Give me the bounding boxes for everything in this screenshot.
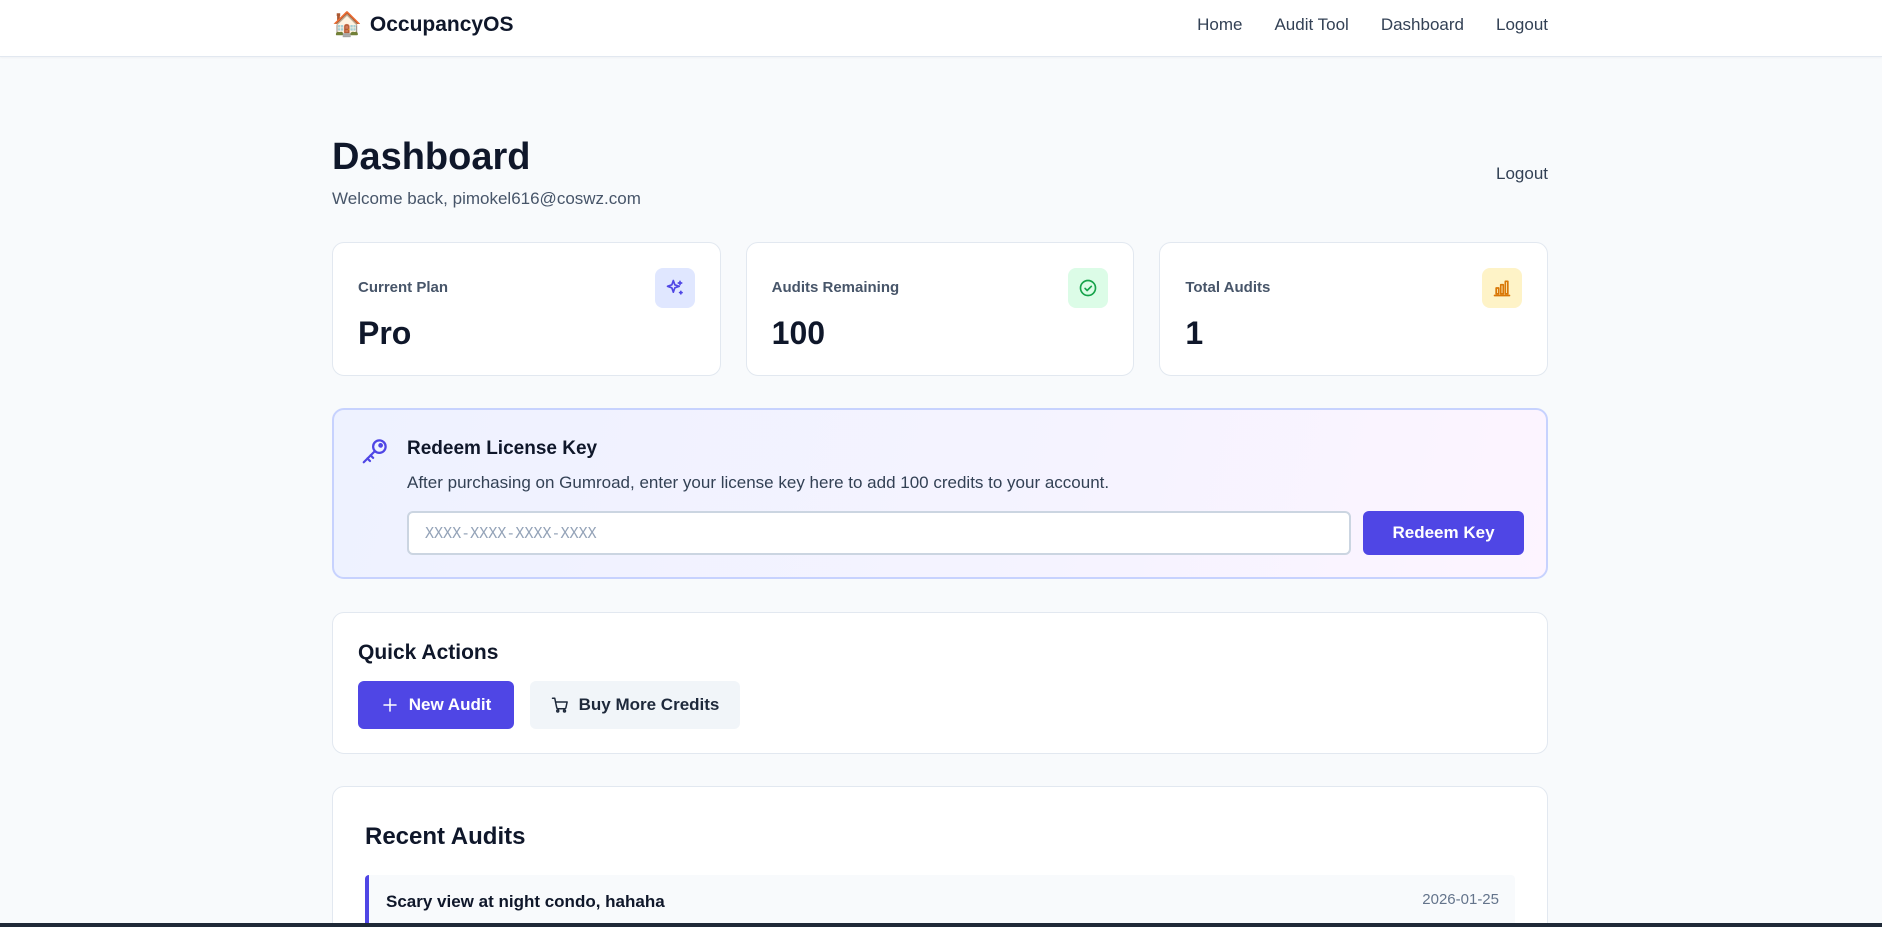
recent-audits-title: Recent Audits <box>365 823 526 850</box>
navbar-inner: 🏠 OccupancyOS Home Audit Tool Dashboard … <box>332 0 1548 50</box>
brand-name: OccupancyOS <box>369 13 514 36</box>
logout-button[interactable]: Logout <box>1496 164 1548 184</box>
redeem-title: Redeem License Key <box>407 438 598 459</box>
sparkles-icon <box>654 268 695 308</box>
nav-links: Home Audit Tool Dashboard Logout <box>1197 15 1548 35</box>
stat-card-current-plan: Current Plan Pro <box>332 242 721 376</box>
license-key-input[interactable] <box>407 511 1351 555</box>
audit-title: Scary view at night condo, hahaha <box>386 892 665 911</box>
house-icon: 🏠 <box>332 11 362 38</box>
nav-link-home[interactable]: Home <box>1197 15 1242 35</box>
brand-logo[interactable]: 🏠 OccupancyOS <box>332 13 513 37</box>
check-circle-icon <box>1068 268 1109 308</box>
bar-chart-icon <box>1482 268 1523 308</box>
buy-credits-button[interactable]: Buy More Credits <box>530 681 740 729</box>
redeem-key-button[interactable]: Redeem Key <box>1363 511 1524 555</box>
quick-actions-panel: Quick Actions New Audit Buy More Credits <box>332 612 1548 754</box>
quick-actions-title: Quick Actions <box>358 641 499 664</box>
nav-link-dashboard[interactable]: Dashboard <box>1381 15 1464 35</box>
stat-label: Current Plan <box>358 279 449 296</box>
stat-value: Pro <box>358 315 412 351</box>
welcome-text: Welcome back, pimokel616@coswz.com <box>332 189 641 208</box>
redeem-description: After purchasing on Gumroad, enter your … <box>407 473 1110 492</box>
cart-icon <box>551 697 568 713</box>
new-audit-label: New Audit <box>408 695 492 714</box>
redeem-license-panel: Redeem License Key After purchasing on G… <box>332 408 1548 579</box>
recent-audits-panel: Recent Audits Scary view at night condo,… <box>332 786 1548 927</box>
audit-list-item[interactable]: Scary view at night condo, hahaha 2026-0… <box>365 875 1515 927</box>
stat-card-audits-remaining: Audits Remaining 100 <box>745 242 1135 376</box>
stat-label: Audits Remaining <box>771 279 900 296</box>
page-header: Dashboard Welcome back, pimokel616@coswz… <box>332 136 1548 216</box>
buy-credits-label: Buy More Credits <box>578 695 720 714</box>
stat-value: 1 <box>1185 315 1204 351</box>
nav-link-logout[interactable]: Logout <box>1496 15 1548 35</box>
key-icon <box>360 436 390 471</box>
stat-label: Total Audits <box>1185 279 1271 296</box>
stat-value: 100 <box>771 315 826 351</box>
new-audit-button[interactable]: New Audit <box>358 681 514 729</box>
page-title: Dashboard <box>332 136 531 178</box>
nav-link-audit-tool[interactable]: Audit Tool <box>1274 15 1348 35</box>
audit-date: 2026-01-25 <box>1422 891 1499 908</box>
stat-card-total-audits: Total Audits 1 <box>1159 242 1549 376</box>
stats-row: Current Plan Pro Audits Remaining 100 To… <box>332 242 1549 376</box>
top-navbar: 🏠 OccupancyOS Home Audit Tool Dashboard … <box>0 0 1882 57</box>
plus-icon <box>383 698 397 712</box>
bottom-edge-bar <box>0 923 1882 927</box>
